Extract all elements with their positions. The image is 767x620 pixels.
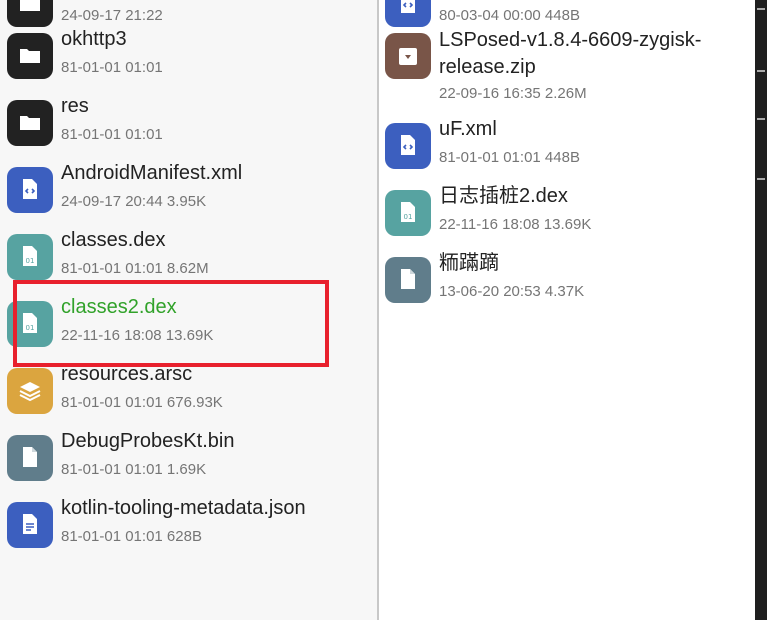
file-meta: 81-01-01 01:01 448B [439, 149, 580, 166]
file-row[interactable]: resources.arsc 81-01-01 01:01 676.93K [0, 360, 377, 427]
file-name: resources.arsc [61, 363, 193, 385]
binary-file-icon: 01 [385, 190, 431, 236]
svg-text:01: 01 [26, 324, 35, 332]
folder-icon [7, 100, 53, 146]
file-icon [385, 257, 431, 303]
file-name: okhttp3 [61, 28, 127, 50]
file-meta: 81-01-01 01:01 1.69K [61, 461, 207, 478]
file-row[interactable]: DebugProbesKt.bin 81-01-01 01:01 1.69K [0, 427, 377, 494]
file-meta: 81-01-01 01:01 8.62M [61, 260, 209, 277]
file-name: LSPosed-v1.8.4-6609-zygisk-release.zip [439, 29, 702, 78]
file-row[interactable]: res 81-01-01 01:01 [0, 92, 377, 159]
file-row[interactable]: 01 classes2.dex 22-11-16 18:08 13.69K [0, 293, 377, 360]
file-meta: 22-11-16 18:08 13.69K [61, 327, 214, 344]
file-row[interactable]: kotlin-tooling-metadata.json 81-01-01 01:… [0, 494, 377, 561]
file-name: kotlin-tooling-metadata.json [61, 497, 306, 519]
layers-icon [7, 368, 53, 414]
file-meta: 81-01-01 01:01 [61, 126, 163, 143]
file-name: uF.xml [439, 118, 497, 140]
left-file-pane: 24-09-17 21:22 okhttp3 81-01-01 01:01 res 81… [0, 0, 377, 620]
file-row[interactable]: okhttp3 81-01-01 01:01 [0, 25, 377, 92]
file-name: res [61, 95, 89, 117]
svg-text:01: 01 [26, 257, 35, 265]
folder-icon [7, 33, 53, 79]
document-icon [7, 502, 53, 548]
file-row[interactable]: LSPosed-v1.8.4-6609-zygisk-release.zip 22… [379, 25, 755, 102]
file-name: classes2.dex [61, 296, 177, 318]
code-file-icon [385, 0, 431, 27]
file-meta: 81-01-01 01:01 [61, 59, 163, 76]
file-name: DebugProbesKt.bin [61, 430, 235, 452]
file-row[interactable]: 粫蹣蹢 13-06-20 20:53 4.37K [379, 249, 755, 316]
file-meta: 24-09-17 20:44 3.95K [61, 193, 207, 210]
file-name: AndroidManifest.xml [61, 162, 243, 184]
binary-file-icon: 01 [7, 301, 53, 347]
binary-file-icon: 01 [7, 234, 53, 280]
side-panel-edge [755, 0, 767, 620]
file-name: classes.dex [61, 229, 166, 251]
file-meta: 13-06-20 20:53 4.37K [439, 283, 585, 300]
archive-icon [385, 33, 431, 79]
file-meta: 80-03-04 00:00 448B [439, 7, 580, 24]
file-meta: 81-01-01 01:01 676.93K [61, 394, 223, 411]
code-file-icon [385, 123, 431, 169]
file-row[interactable]: 01 classes.dex 81-01-01 01:01 8.62M [0, 226, 377, 293]
file-meta: 22-09-16 16:35 2.26M [439, 85, 587, 102]
file-meta: 22-11-16 18:08 13.69K [439, 216, 592, 233]
folder-icon [7, 0, 53, 27]
code-file-icon [7, 167, 53, 213]
file-icon [7, 435, 53, 481]
file-meta: 24-09-17 21:22 [61, 7, 163, 24]
svg-text:01: 01 [404, 213, 413, 221]
file-row[interactable]: uF.xml 81-01-01 01:01 448B [379, 115, 755, 182]
file-row[interactable]: AndroidManifest.xml 24-09-17 20:44 3.95K [0, 159, 377, 226]
file-meta: 81-01-01 01:01 628B [61, 528, 202, 545]
right-file-pane: 80-03-04 00:00 448B LSPosed-v1.8.4-6609-z… [379, 0, 755, 620]
file-row[interactable]: 01 日志插桩2.dex 22-11-16 18:08 13.69K [379, 182, 755, 249]
file-name: 日志插桩2.dex [439, 185, 568, 207]
file-name: 粫蹣蹢 [439, 252, 499, 274]
